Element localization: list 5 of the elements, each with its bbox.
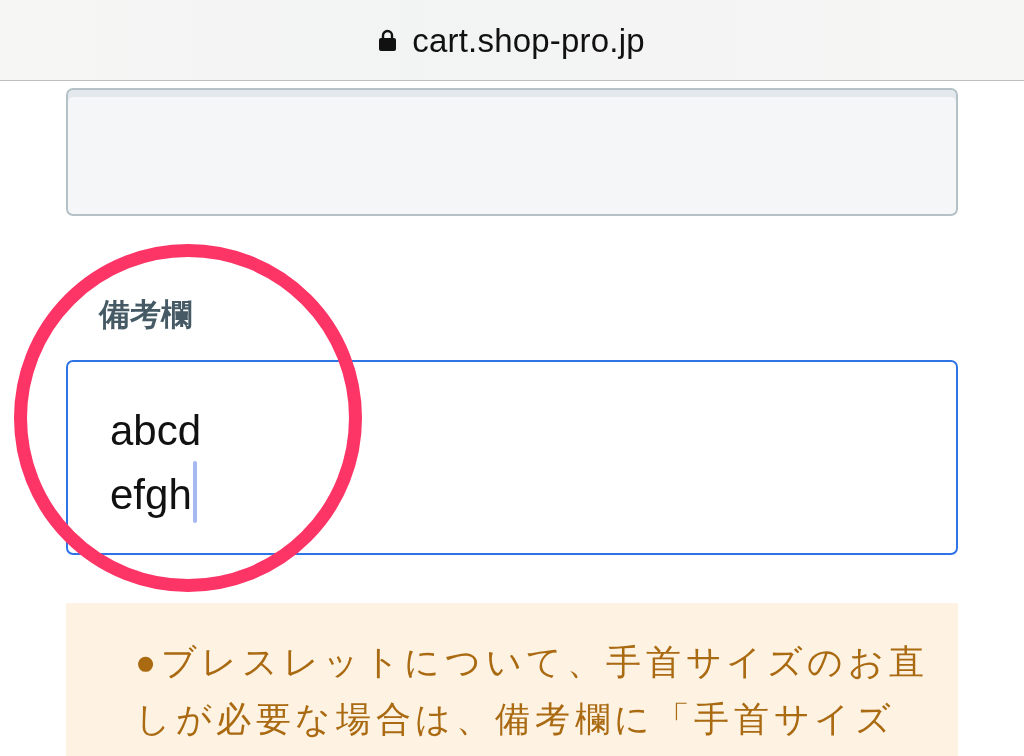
field-label: 備考欄 <box>97 296 193 333</box>
text-cursor-icon <box>192 461 197 523</box>
notice-text: ●ブレスレットについて、手首サイズのお直 しが必要な場合は、備考欄に「手首サイズ <box>135 641 930 740</box>
url-text[interactable]: cart.shop-pro.jp <box>412 23 645 57</box>
notes-field[interactable]: abcd efgh <box>66 360 958 555</box>
